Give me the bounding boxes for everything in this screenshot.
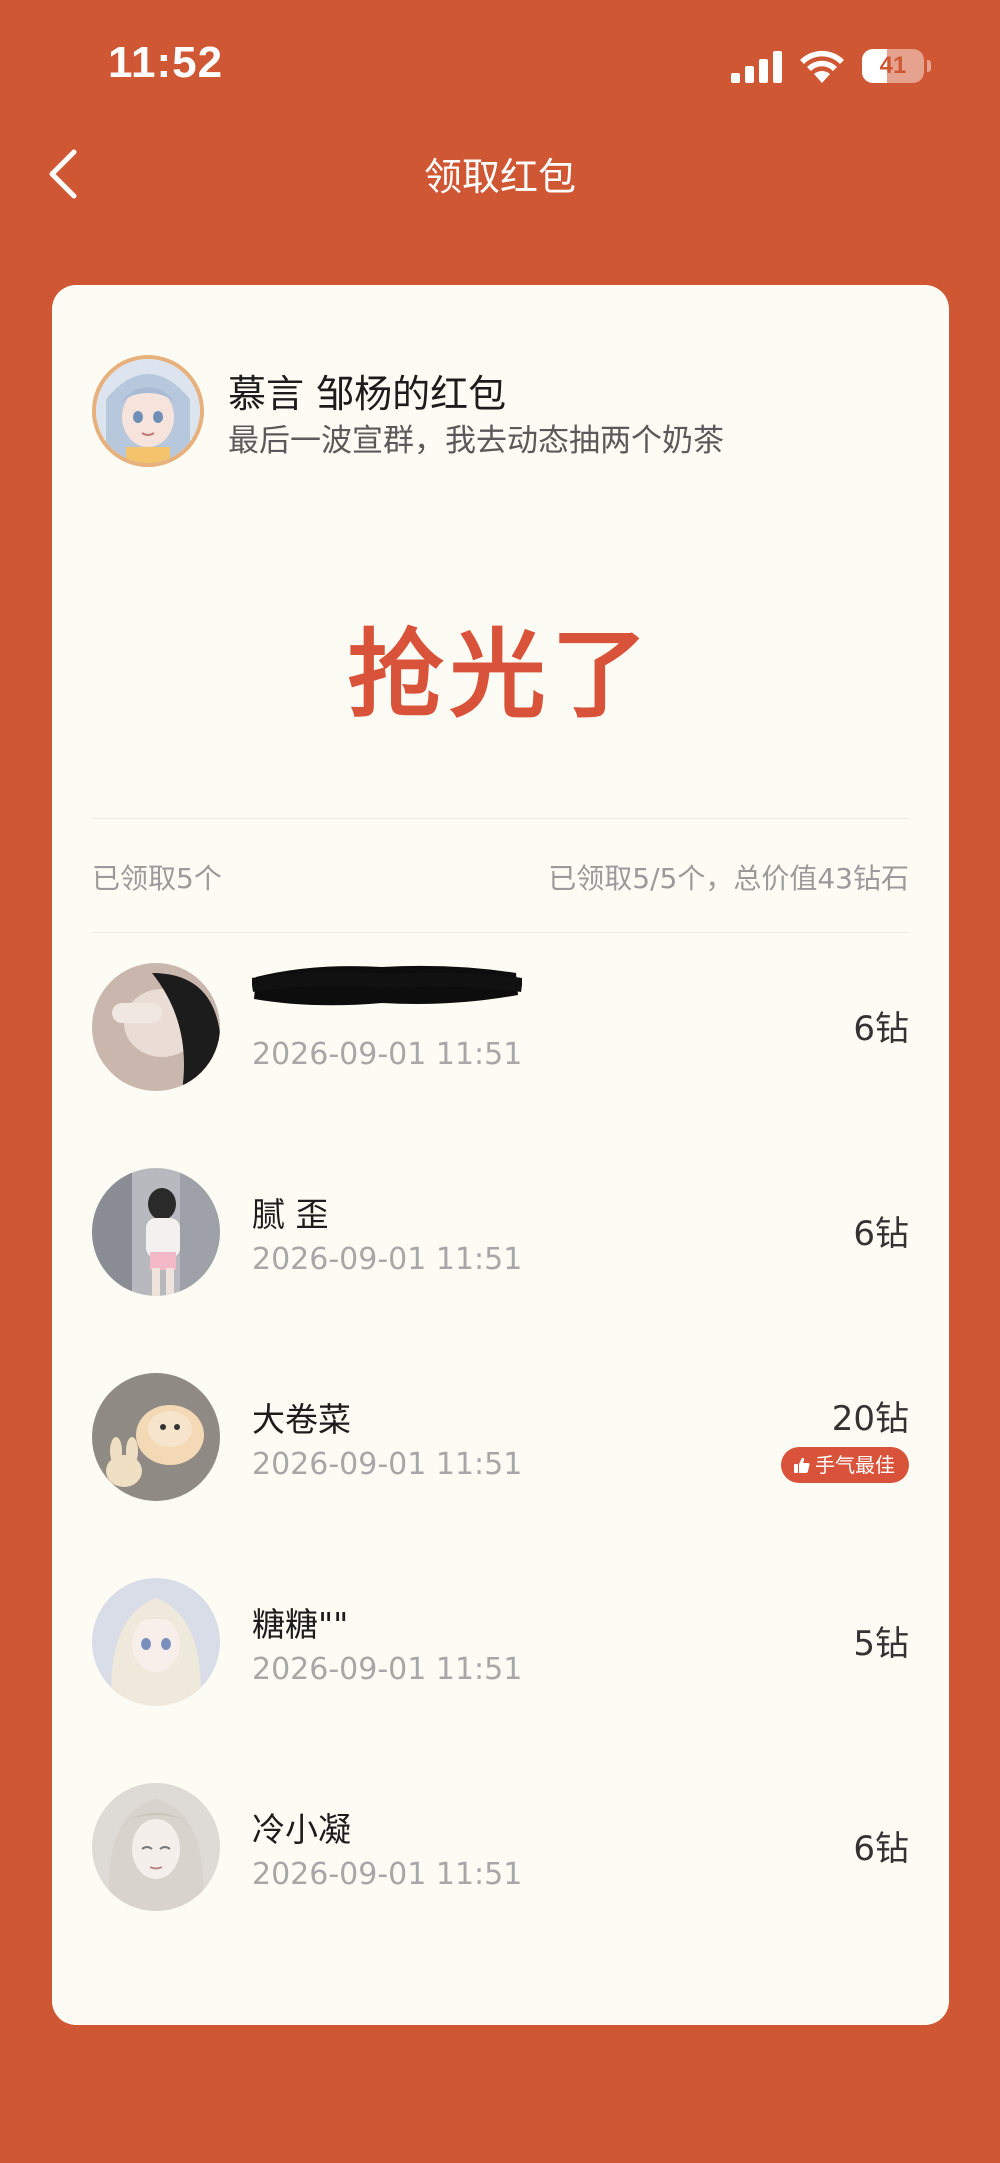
cellular-signal-icon (731, 51, 782, 83)
avatar[interactable] (92, 963, 220, 1091)
claim-time: 2026-09-01 11:51 (252, 1242, 523, 1277)
list-item[interactable]: 腻 歪 2026-09-01 11:51 6钻 (92, 1158, 909, 1298)
avatar-image-icon (92, 1373, 220, 1501)
sender-header: 慕言 邹杨的红包 最后一波宣群，我去动态抽两个奶茶 (92, 355, 912, 475)
nav-bar: 领取红包 (0, 130, 1000, 220)
redaction-mark (252, 965, 522, 1006)
wifi-icon (800, 50, 844, 83)
red-packet-card: 慕言 邹杨的红包 最后一波宣群，我去动态抽两个奶茶 抢光了 已领取5个 已领取5… (52, 285, 949, 2025)
divider (92, 932, 909, 933)
avatar[interactable] (92, 1783, 220, 1911)
avatar-image-icon (92, 963, 220, 1091)
claim-time: 2026-09-01 11:51 (252, 1857, 523, 1892)
avatar-image-icon (92, 1578, 220, 1706)
avatar-image-icon (92, 1783, 220, 1911)
claim-time: 2026-09-01 11:51 (252, 1447, 523, 1482)
sender-name: 慕言 邹杨的红包 (228, 372, 507, 416)
claim-amount: 6钻 (853, 1009, 909, 1049)
packet-status: 抢光了 (347, 619, 654, 731)
recipient-name: 冷小凝 (252, 1810, 351, 1849)
claim-amount: 20钻 (831, 1399, 909, 1439)
claim-time: 2026-09-01 11:51 (252, 1652, 523, 1687)
recipient-name: 腻 歪 (252, 1195, 329, 1234)
claim-time: 2026-09-01 11:51 (252, 1037, 523, 1072)
best-luck-label: 手气最佳 (815, 1453, 895, 1477)
recipient-name: 大卷菜 (252, 1400, 351, 1439)
battery-icon: 41 (862, 49, 924, 83)
list-item[interactable]: 大卷菜 2026-09-01 11:51 20钻 手气最佳 (92, 1363, 909, 1503)
status-bar: 11:52 41 (0, 0, 1000, 130)
thumbs-up-icon (794, 1457, 810, 1473)
battery-percent: 41 (879, 52, 907, 79)
list-item[interactable]: 冷小凝 2026-09-01 11:51 6钻 (92, 1773, 909, 1913)
list-item[interactable]: 2026-09-01 11:51 6钻 (92, 953, 909, 1093)
sender-avatar[interactable] (92, 355, 204, 467)
page-title: 领取红包 (423, 155, 576, 199)
battery-cap (927, 60, 931, 72)
claim-amount: 5钻 (853, 1624, 909, 1664)
avatar[interactable] (92, 1168, 220, 1296)
status-time: 11:52 (108, 38, 224, 87)
avatar[interactable] (92, 1578, 220, 1706)
claim-amount: 6钻 (853, 1214, 909, 1254)
sender-message: 最后一波宣群，我去动态抽两个奶茶 (228, 423, 724, 459)
avatar-image-icon (92, 1168, 220, 1296)
avatar[interactable] (92, 1373, 220, 1501)
divider (92, 818, 909, 819)
avatar-image-icon (96, 359, 200, 463)
list-item[interactable]: 糖糖"" 2026-09-01 11:51 5钻 (92, 1568, 909, 1708)
claimed-count: 已领取5个 (92, 862, 222, 895)
best-luck-badge: 手气最佳 (781, 1447, 909, 1483)
claimed-total: 已领取5/5个，总价值43钻石 (548, 862, 909, 895)
recipient-name: 糖糖"" (252, 1605, 349, 1644)
claim-amount: 6钻 (853, 1829, 909, 1869)
